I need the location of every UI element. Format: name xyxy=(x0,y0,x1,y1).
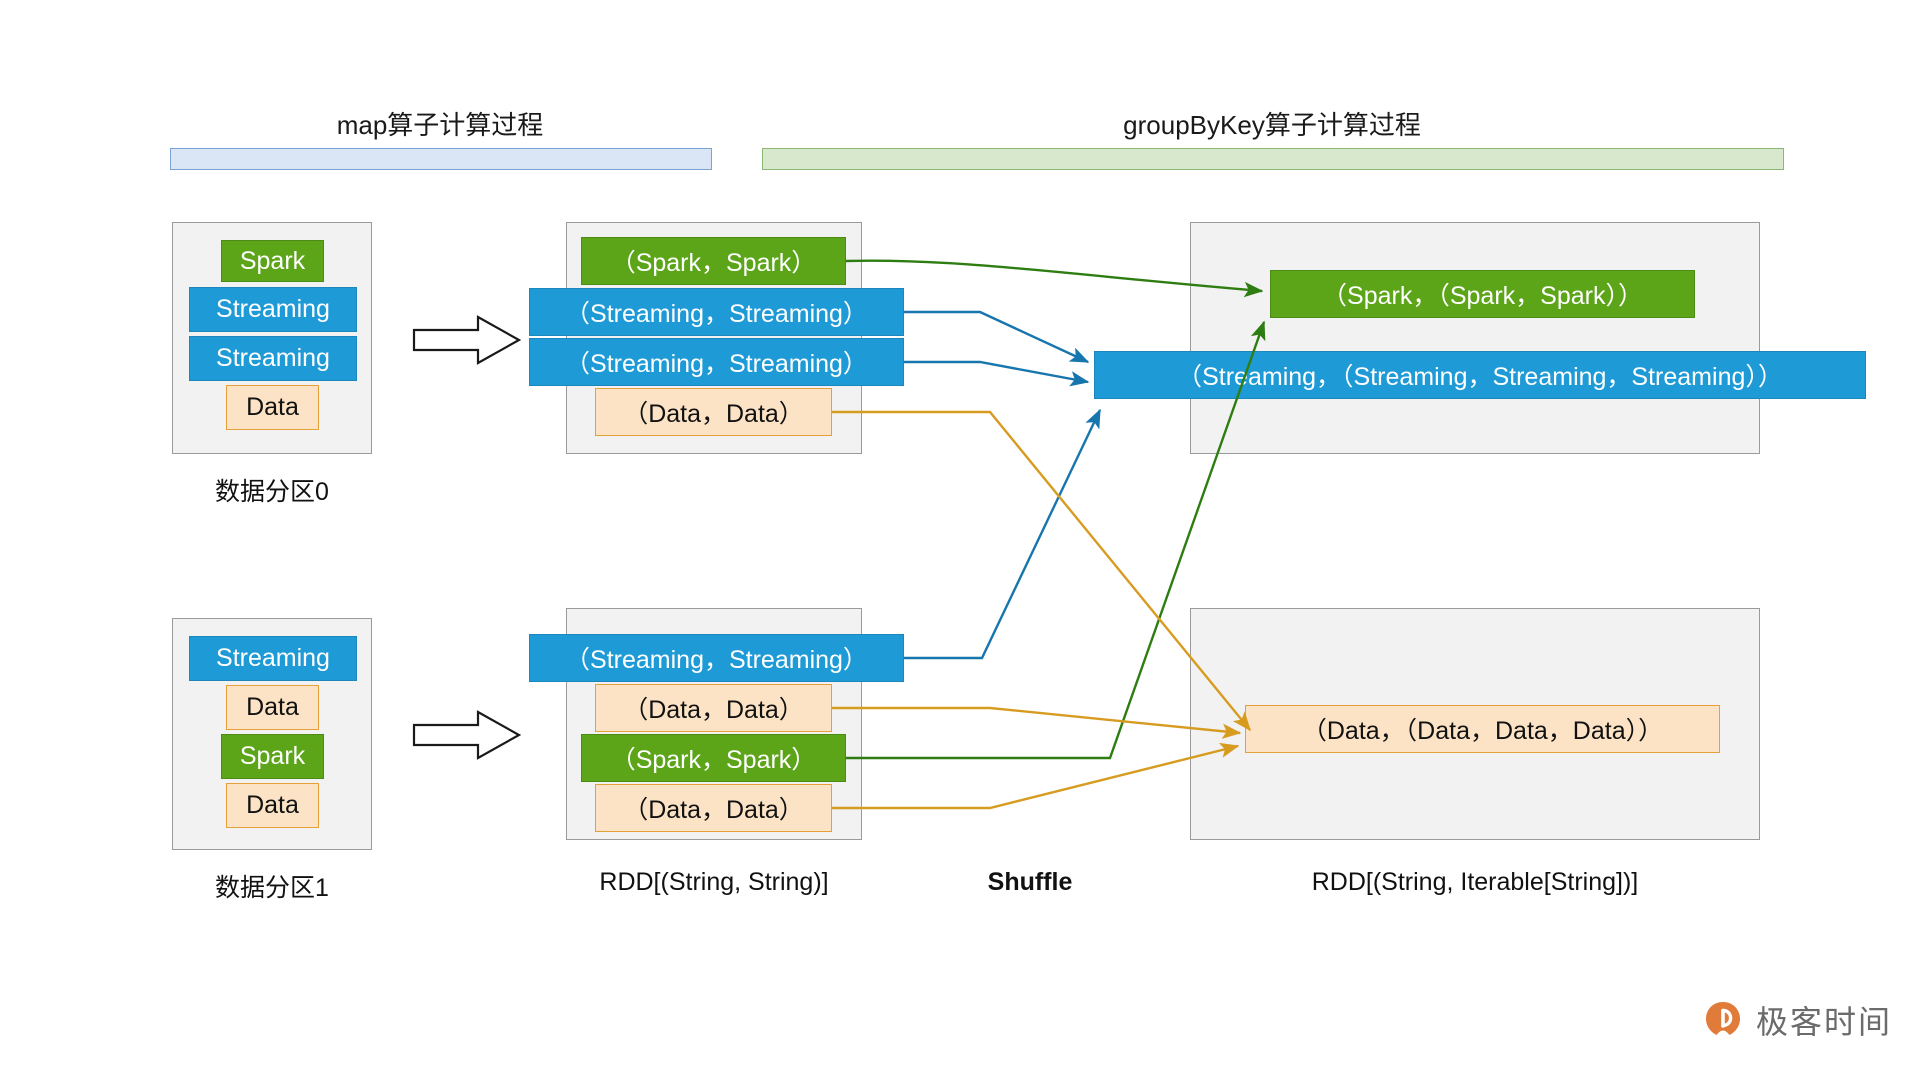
mapped-0-item-2: （Streaming，Streaming） xyxy=(529,338,904,386)
link-data-1 xyxy=(832,410,1251,732)
section-bar-groupbykey xyxy=(762,148,1784,170)
section-title-map: map算子计算过程 xyxy=(336,110,544,140)
mapped-0-item-3: （Data，Data） xyxy=(595,388,832,436)
partition-0-item-0: Spark xyxy=(221,240,324,282)
geektime-watermark: 极客时间 xyxy=(1702,997,1892,1043)
mapped-1-item-3: （Data，Data） xyxy=(595,784,832,832)
partition-1-item-3: Data xyxy=(226,783,319,828)
mapped-1-item-2: （Spark，Spark） xyxy=(581,734,846,782)
mapped-1-item-0: （Streaming，Streaming） xyxy=(529,634,904,682)
geektime-logo-icon xyxy=(1705,1002,1740,1035)
partition-0-item-3: Data xyxy=(226,385,319,430)
mapped-0-item-0: （Spark，Spark） xyxy=(581,237,846,285)
link-streaming-3 xyxy=(904,408,1102,660)
mapped-1-item-1: （Data，Data） xyxy=(595,684,832,732)
mapped-rdd-caption: RDD[(String, String)] xyxy=(599,868,829,896)
mapped-0-item-1: （Streaming，Streaming） xyxy=(529,288,904,336)
partition-1-item-0: Streaming xyxy=(189,636,357,681)
map-block-arrow-top xyxy=(412,315,522,365)
section-bar-map xyxy=(170,148,712,170)
grouped-1-item-0: （Data，（Data，Data，Data）） xyxy=(1245,705,1720,753)
diagram-canvas: map算子计算过程 groupByKey算子计算过程 Spark Streami… xyxy=(0,0,1920,1071)
link-data-3 xyxy=(832,742,1240,810)
partition-0-item-2: Streaming xyxy=(189,336,357,381)
link-data-2 xyxy=(832,706,1242,739)
grouped-0-item-1: （Streaming，（Streaming，Streaming，Streamin… xyxy=(1094,351,1866,399)
partition-1-item-2: Spark xyxy=(221,734,324,779)
grouped-0-item-0: （Spark，（Spark，Spark）） xyxy=(1270,270,1695,318)
partition-0-item-1: Streaming xyxy=(189,287,357,332)
grouped-0-panel xyxy=(1190,222,1760,454)
section-title-groupbykey: groupByKey算子计算过程 xyxy=(1123,110,1421,140)
link-streaming-2 xyxy=(904,360,1090,387)
geektime-watermark-text: 极客时间 xyxy=(1755,1003,1892,1041)
map-block-arrow-bottom xyxy=(412,710,522,760)
partition-0-caption: 数据分区0 xyxy=(215,478,329,506)
link-streaming-1 xyxy=(904,310,1090,364)
shuffle-label: Shuffle xyxy=(987,868,1073,896)
grouped-rdd-caption: RDD[(String, Iterable[String])] xyxy=(1311,868,1639,896)
partition-1-caption: 数据分区1 xyxy=(215,874,329,902)
partition-1-item-1: Data xyxy=(226,685,319,730)
